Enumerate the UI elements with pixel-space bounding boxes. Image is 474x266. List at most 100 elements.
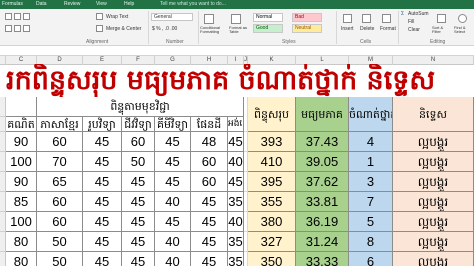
subject-header[interactable]: គីមីវិទ្យា bbox=[155, 117, 191, 132]
score-cell[interactable]: 45 bbox=[228, 132, 244, 152]
number-format-select[interactable]: General bbox=[151, 13, 193, 21]
score-cell[interactable]: 35 bbox=[228, 192, 244, 212]
score-cell[interactable]: 60 bbox=[191, 172, 228, 192]
total-cell[interactable]: 380 bbox=[248, 212, 296, 232]
header-blank-cell[interactable] bbox=[6, 97, 37, 117]
score-cell[interactable]: 50 bbox=[122, 152, 155, 172]
tab-review[interactable]: Review bbox=[64, 1, 80, 8]
score-cell[interactable]: 45 bbox=[122, 192, 155, 212]
score-cell[interactable]: 35 bbox=[228, 252, 244, 266]
find-select-button[interactable]: Find & Select bbox=[454, 26, 474, 34]
score-cell[interactable]: 40 bbox=[155, 252, 191, 266]
score-cell[interactable]: 45 bbox=[122, 212, 155, 232]
insert-button[interactable]: Insert bbox=[341, 26, 354, 32]
total-cell[interactable]: 395 bbox=[248, 172, 296, 192]
score-cell[interactable]: 45 bbox=[122, 232, 155, 252]
average-header[interactable]: មធ្យមភាគ bbox=[296, 97, 349, 132]
score-cell[interactable]: 45 bbox=[83, 152, 122, 172]
score-cell[interactable]: 45 bbox=[122, 172, 155, 192]
score-cell[interactable]: 90 bbox=[6, 132, 37, 152]
score-cell[interactable]: 45 bbox=[83, 192, 122, 212]
grade-cell[interactable]: ល្អបង្គួរ bbox=[393, 192, 474, 212]
average-cell[interactable]: 37.62 bbox=[296, 172, 349, 192]
rank-cell[interactable]: 7 bbox=[349, 192, 393, 212]
average-cell[interactable]: 33.81 bbox=[296, 192, 349, 212]
rank-cell[interactable]: 3 bbox=[349, 172, 393, 192]
score-cell[interactable]: 80 bbox=[6, 232, 37, 252]
total-cell[interactable]: 393 bbox=[248, 132, 296, 152]
score-cell[interactable]: 45 bbox=[191, 232, 228, 252]
align-center-icon[interactable] bbox=[14, 25, 21, 32]
score-cell[interactable]: 50 bbox=[37, 232, 83, 252]
tab-data[interactable]: Data bbox=[36, 1, 47, 8]
rank-cell[interactable]: 5 bbox=[349, 212, 393, 232]
score-cell[interactable]: 60 bbox=[37, 192, 83, 212]
style-bad[interactable]: Bad bbox=[292, 13, 322, 22]
tab-formulas[interactable]: Formulas bbox=[2, 1, 23, 8]
score-cell[interactable]: 45 bbox=[83, 172, 122, 192]
score-cell[interactable]: 60 bbox=[37, 132, 83, 152]
tab-view[interactable]: View bbox=[96, 1, 107, 8]
conditional-formatting-button[interactable]: Conditional Formatting bbox=[200, 26, 226, 34]
subject-header[interactable]: អង់គ្លេស bbox=[228, 117, 244, 132]
score-cell[interactable]: 60 bbox=[122, 132, 155, 152]
total-cell[interactable]: 355 bbox=[248, 192, 296, 212]
sort-filter-button[interactable]: Sort & Filter bbox=[432, 26, 452, 34]
score-cell[interactable]: 45 bbox=[228, 172, 244, 192]
score-cell[interactable]: 40 bbox=[155, 192, 191, 212]
score-cell[interactable]: 45 bbox=[155, 152, 191, 172]
sheet-title[interactable]: រកពិន្ទុសរុប មធ្យមភាគ ចំណាត់ថ្នាក់ និទ្ទ… bbox=[6, 64, 474, 97]
subject-header[interactable]: ផែនដី bbox=[191, 117, 228, 132]
score-cell[interactable]: 45 bbox=[155, 132, 191, 152]
score-cell[interactable]: 35 bbox=[228, 232, 244, 252]
align-bottom-icon[interactable] bbox=[23, 13, 30, 20]
score-cell[interactable]: 50 bbox=[37, 252, 83, 266]
align-right-icon[interactable] bbox=[23, 25, 30, 32]
rank-cell[interactable]: 6 bbox=[349, 252, 393, 266]
rank-cell[interactable]: 4 bbox=[349, 132, 393, 152]
score-cell[interactable]: 100 bbox=[6, 152, 37, 172]
align-top-icon[interactable] bbox=[5, 13, 12, 20]
format-as-table-button[interactable]: Format as Table bbox=[229, 26, 251, 34]
grade-header[interactable]: និទ្ទេស bbox=[393, 97, 474, 132]
total-cell[interactable]: 350 bbox=[248, 252, 296, 266]
grade-cell[interactable]: ល្អបង្គួរ bbox=[393, 172, 474, 192]
score-cell[interactable]: 45 bbox=[83, 132, 122, 152]
subject-header[interactable]: រូបវិទ្យា bbox=[83, 117, 122, 132]
average-cell[interactable]: 37.43 bbox=[296, 132, 349, 152]
score-cell[interactable]: 70 bbox=[37, 152, 83, 172]
subject-header[interactable]: ភាសាខ្មែរ bbox=[37, 117, 83, 132]
average-cell[interactable]: 39.05 bbox=[296, 152, 349, 172]
average-cell[interactable]: 31.24 bbox=[296, 232, 349, 252]
wrap-text-button[interactable]: Wrap Text bbox=[106, 14, 128, 20]
tab-help[interactable]: Help bbox=[124, 1, 134, 8]
score-cell[interactable]: 45 bbox=[83, 252, 122, 266]
grade-cell[interactable]: ល្អបង្គួរ bbox=[393, 132, 474, 152]
score-cell[interactable]: 40 bbox=[228, 212, 244, 232]
format-button[interactable]: Format bbox=[380, 26, 396, 32]
subject-header[interactable]: គណិត bbox=[6, 117, 37, 132]
subject-group-header[interactable]: ពិន្ទុតាមមុខវិជ្ជា bbox=[37, 97, 244, 117]
merge-center-button[interactable]: Merge & Center bbox=[106, 26, 141, 32]
average-cell[interactable]: 36.19 bbox=[296, 212, 349, 232]
score-cell[interactable]: 45 bbox=[191, 192, 228, 212]
score-cell[interactable]: 45 bbox=[83, 232, 122, 252]
score-cell[interactable]: 100 bbox=[6, 212, 37, 232]
score-cell[interactable]: 80 bbox=[6, 252, 37, 266]
score-cell[interactable]: 60 bbox=[191, 152, 228, 172]
total-cell[interactable]: 327 bbox=[248, 232, 296, 252]
grade-cell[interactable]: ល្អបង្គួរ bbox=[393, 232, 474, 252]
score-cell[interactable]: 40 bbox=[228, 152, 244, 172]
score-cell[interactable]: 45 bbox=[191, 212, 228, 232]
rank-header[interactable]: ចំណាត់ថ្នាក់ bbox=[349, 97, 393, 132]
score-cell[interactable]: 45 bbox=[122, 252, 155, 266]
score-cell[interactable]: 45 bbox=[83, 212, 122, 232]
autosum-button[interactable]: AutoSum bbox=[408, 11, 429, 17]
rank-cell[interactable]: 1 bbox=[349, 152, 393, 172]
score-cell[interactable]: 40 bbox=[155, 232, 191, 252]
score-cell[interactable]: 65 bbox=[37, 172, 83, 192]
style-good[interactable]: Good bbox=[253, 24, 283, 33]
number-format-buttons[interactable]: $ % , .0 .00 bbox=[152, 26, 177, 32]
score-cell[interactable]: 45 bbox=[191, 252, 228, 266]
delete-button[interactable]: Delete bbox=[360, 26, 374, 32]
